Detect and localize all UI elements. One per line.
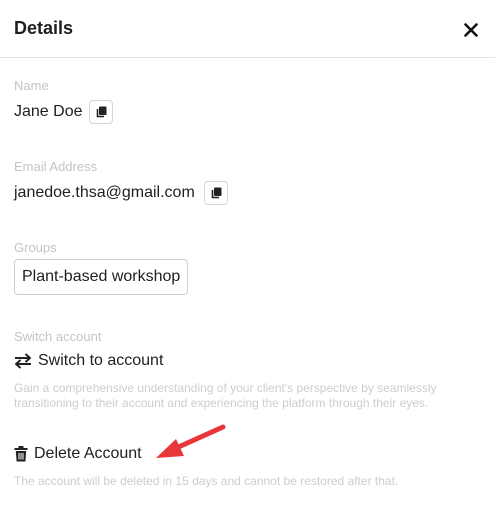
close-button[interactable] [458,17,484,43]
red-arrow-annotation [156,424,226,458]
close-x-icon [464,23,478,37]
switch-account-label: Switch account [14,329,102,344]
switch-to-account-label: Switch to account [38,352,164,369]
delete-account-label: Delete Account [34,445,142,462]
email-label: Email Address [14,159,98,174]
swap-arrows-icon [14,353,32,369]
name-value: Jane Doe [14,103,83,120]
trash-icon [14,446,28,462]
copy-icon [96,106,107,118]
delete-account-description: The account will be deleted in 15 days a… [14,474,399,488]
name-label: Name [14,78,49,93]
delete-account-button[interactable]: Delete Account [14,445,142,463]
groups-label: Groups [14,240,57,255]
panel-header: Details [0,0,495,58]
copy-name-button[interactable] [89,100,113,124]
copy-email-button[interactable] [204,181,228,205]
details-panel: Details Name Jane Doe Email Address jane… [0,0,495,529]
group-chip: Plant-based workshop [14,259,189,295]
panel-title: Details [14,18,74,38]
switch-account-description: Gain a comprehensive understanding of yo… [14,381,437,410]
email-value: janedoe.thsa@gmail.com [14,184,195,201]
switch-to-account-button[interactable]: Switch to account [14,352,163,370]
copy-icon [211,187,222,199]
